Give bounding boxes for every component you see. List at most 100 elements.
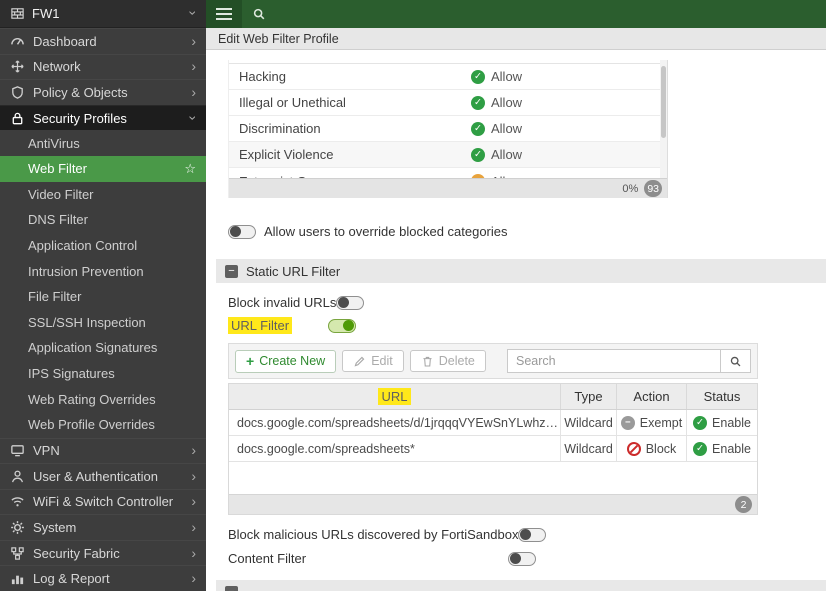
warning-icon bbox=[471, 174, 485, 178]
sidebar-item-security-fabric[interactable]: Security Fabric bbox=[0, 540, 206, 566]
column-header-type[interactable]: Type bbox=[560, 384, 616, 409]
sidebar-item-vpn[interactable]: VPN bbox=[0, 438, 206, 464]
block-invalid-urls-row: Block invalid URLs bbox=[228, 295, 826, 310]
sidebar-item-security-profiles[interactable]: Security Profiles bbox=[0, 105, 206, 131]
sidebar-item-dns-filter[interactable]: DNS Filter bbox=[0, 207, 206, 233]
chevron-down-icon bbox=[191, 6, 196, 21]
search-submit-button[interactable] bbox=[721, 349, 751, 373]
breadcrumb: Edit Web Filter Profile bbox=[206, 28, 826, 50]
user-icon bbox=[10, 469, 25, 484]
edit-button[interactable]: Edit bbox=[342, 350, 404, 372]
url-filter-row: URL Filter bbox=[228, 318, 826, 333]
device-name: FW1 bbox=[32, 6, 59, 21]
delete-button[interactable]: Delete bbox=[410, 350, 486, 372]
table-row[interactable]: Illegal or Unethical Allow bbox=[229, 90, 667, 116]
table-row[interactable]: Hacking Allow bbox=[229, 64, 667, 90]
url-cell: docs.google.com/spreadsheets/d/1jrqqqVYE… bbox=[229, 410, 560, 435]
sidebar-item-label: Network bbox=[33, 59, 183, 74]
next-section-header-partial bbox=[216, 580, 826, 591]
sidebar-item-label: Intrusion Prevention bbox=[28, 264, 144, 279]
status-cell: Enable bbox=[712, 416, 751, 430]
category-table-footer: 0% 93 bbox=[229, 178, 667, 198]
sidebar-item-user-authentication[interactable]: User & Authentication bbox=[0, 463, 206, 489]
chevron-right-icon bbox=[191, 59, 196, 74]
collapse-icon[interactable] bbox=[225, 265, 238, 278]
chevron-right-icon bbox=[191, 546, 196, 561]
exempt-icon bbox=[621, 416, 635, 430]
create-new-button[interactable]: Create New bbox=[235, 350, 336, 373]
sidebar-item-file-filter[interactable]: File Filter bbox=[0, 284, 206, 310]
category-name: Discrimination bbox=[229, 121, 461, 136]
category-name: Illegal or Unethical bbox=[229, 95, 461, 110]
sidebar-item-dashboard[interactable]: Dashboard bbox=[0, 28, 206, 54]
lock-icon bbox=[10, 111, 25, 126]
sidebar-item-label: Security Fabric bbox=[33, 546, 183, 561]
sidebar-item-video-filter[interactable]: Video Filter bbox=[0, 182, 206, 208]
sidebar-item-network[interactable]: Network bbox=[0, 54, 206, 80]
table-row[interactable]: Explicit Violence Allow bbox=[229, 142, 667, 168]
chevron-right-icon bbox=[191, 85, 196, 100]
topbar bbox=[206, 0, 826, 28]
sidebar-item-label: SSL/SSH Inspection bbox=[28, 315, 146, 330]
sidebar: FW1 Dashboard Network Policy & Objects S… bbox=[0, 0, 206, 591]
policy-shield-icon bbox=[10, 85, 25, 100]
sidebar-item-web-filter[interactable]: Web Filter bbox=[0, 156, 206, 182]
sidebar-item-label: Dashboard bbox=[33, 34, 183, 49]
scrollbar-thumb[interactable] bbox=[661, 66, 666, 138]
collapse-icon[interactable] bbox=[225, 586, 238, 591]
url-filter-toggle[interactable] bbox=[328, 319, 356, 333]
column-header-url[interactable]: URL bbox=[378, 388, 410, 405]
sidebar-item-system[interactable]: System bbox=[0, 514, 206, 540]
gear-icon bbox=[10, 520, 25, 535]
sidebar-item-application-control[interactable]: Application Control bbox=[0, 233, 206, 259]
sidebar-item-application-signatures[interactable]: Application Signatures bbox=[0, 335, 206, 361]
sidebar-item-log-report[interactable]: Log & Report bbox=[0, 565, 206, 591]
sidebar-item-label: VPN bbox=[33, 443, 183, 458]
app: FW1 Dashboard Network Policy & Objects S… bbox=[0, 0, 826, 591]
device-selector[interactable]: FW1 bbox=[0, 0, 206, 28]
allow-icon bbox=[471, 122, 485, 136]
search-icon bbox=[252, 7, 266, 21]
table-empty-area bbox=[229, 462, 757, 494]
sidebar-item-ssl-ssh-inspection[interactable]: SSL/SSH Inspection bbox=[0, 310, 206, 336]
status-cell: Enable bbox=[712, 442, 751, 456]
sidebar-item-label: Web Filter bbox=[28, 161, 87, 176]
search-input[interactable] bbox=[507, 349, 721, 373]
fortisandbox-toggle[interactable] bbox=[518, 528, 546, 542]
sidebar-item-wifi-switch-controller[interactable]: WiFi & Switch Controller bbox=[0, 489, 206, 515]
sidebar-item-label: WiFi & Switch Controller bbox=[33, 494, 183, 509]
table-row[interactable]: docs.google.com/spreadsheets* Wildcard B… bbox=[229, 436, 757, 462]
chevron-right-icon bbox=[191, 520, 196, 535]
table-row[interactable]: Discrimination Allow bbox=[229, 116, 667, 142]
table-row-partial: Extremist Groups Allow bbox=[229, 168, 667, 178]
override-toggle[interactable] bbox=[228, 225, 256, 239]
sidebar-item-label: Application Signatures bbox=[28, 340, 157, 355]
table-header-row: URL Type Action Status bbox=[229, 384, 757, 410]
menu-button[interactable] bbox=[206, 0, 242, 28]
sidebar-item-intrusion-prevention[interactable]: Intrusion Prevention bbox=[0, 258, 206, 284]
category-name: Hacking bbox=[229, 69, 461, 84]
global-search-button[interactable] bbox=[242, 0, 276, 28]
fortisandbox-row: Block malicious URLs discovered by Forti… bbox=[228, 527, 826, 542]
favorite-star-icon[interactable] bbox=[184, 161, 196, 177]
firewall-icon bbox=[10, 6, 25, 21]
sidebar-item-antivirus[interactable]: AntiVirus bbox=[0, 130, 206, 156]
dashboard-icon bbox=[10, 34, 25, 49]
scrollbar[interactable] bbox=[660, 60, 667, 178]
table-row[interactable]: docs.google.com/spreadsheets/d/1jrqqqVYE… bbox=[229, 410, 757, 436]
fortisandbox-label: Block malicious URLs discovered by Forti… bbox=[228, 527, 518, 542]
block-invalid-urls-toggle[interactable] bbox=[336, 296, 364, 310]
column-header-status[interactable]: Status bbox=[686, 384, 757, 409]
column-header-action[interactable]: Action bbox=[616, 384, 686, 409]
content-filter-toggle[interactable] bbox=[508, 552, 536, 566]
sidebar-item-web-profile-overrides[interactable]: Web Profile Overrides bbox=[0, 412, 206, 438]
chevron-right-icon bbox=[191, 469, 196, 484]
trash-icon bbox=[421, 355, 434, 368]
url-filter-table: URL Type Action Status docs.google.com/s… bbox=[228, 383, 758, 515]
sidebar-item-web-rating-overrides[interactable]: Web Rating Overrides bbox=[0, 386, 206, 412]
sidebar-item-label: System bbox=[33, 520, 183, 535]
chevron-down-icon bbox=[191, 111, 196, 126]
sidebar-item-policy-objects[interactable]: Policy & Objects bbox=[0, 79, 206, 105]
url-cell: docs.google.com/spreadsheets* bbox=[229, 436, 560, 461]
sidebar-item-ips-signatures[interactable]: IPS Signatures bbox=[0, 361, 206, 387]
